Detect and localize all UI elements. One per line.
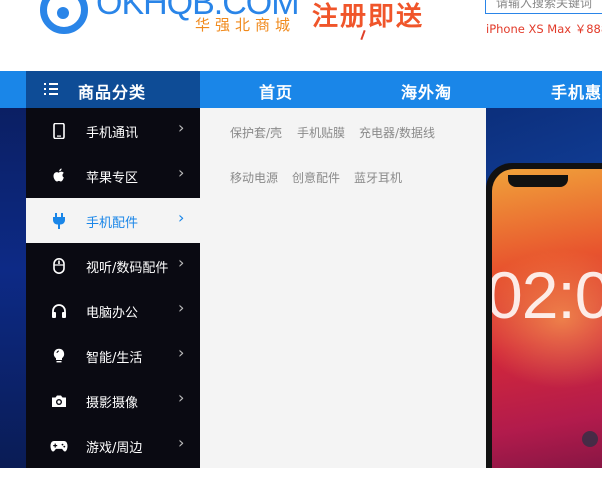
list-icon (44, 82, 58, 96)
main-nav: 商品分类 首页 海外淘 手机惠 (0, 71, 602, 108)
search-input[interactable]: 请输入搜索关键词 (485, 0, 602, 14)
mobile-phone-icon (50, 122, 68, 140)
category-item-accessories[interactable]: 手机配件 › (26, 198, 200, 243)
category-item-phones[interactable]: 手机通讯 › (26, 108, 200, 153)
category-item-smart-life[interactable]: 智能/生活 › (26, 333, 200, 378)
banner-left-edge (0, 108, 26, 468)
promo-text: 注册即送 (312, 2, 425, 32)
category-item-apple[interactable]: 苹果专区 › (26, 153, 200, 198)
plug-icon (50, 212, 68, 230)
subcategory-link-power-banks[interactable]: 移动电源 (230, 169, 278, 186)
phone-notch (508, 175, 568, 187)
register-promo-banner[interactable]: 注册即送 (312, 0, 452, 48)
category-label: 智能/生活 (86, 351, 143, 366)
category-item-gaming[interactable]: 游戏/周边 › (26, 423, 200, 468)
phone-screen: 02:01 (492, 169, 602, 468)
gamepad-icon (50, 437, 68, 455)
chevron-right-icon: › (178, 388, 185, 407)
subcategory-panel: 保护套/壳 手机贴膜 充电器/数据线 移动电源 创意配件 蓝牙耳机 (200, 108, 486, 468)
headphones-icon (50, 302, 68, 320)
category-menu-label: 商品分类 (78, 83, 147, 102)
subcategory-link-creative-accessories[interactable]: 创意配件 (292, 169, 340, 186)
hot-keyword-link[interactable]: iPhone XS Max ￥888 (486, 21, 602, 37)
hero-banner[interactable]: 02:01 (486, 108, 602, 468)
page: OKHQB.COM 华强北商城 注册即送 请输入搜索关键词 iPhone XS … (0, 0, 602, 478)
chevron-right-icon: › (178, 253, 185, 272)
nav-link-overseas[interactable]: 海外淘 (401, 79, 452, 103)
chevron-right-icon: › (178, 163, 185, 182)
category-label: 手机配件 (86, 216, 139, 231)
chevron-right-icon: › (178, 433, 185, 452)
category-item-photography[interactable]: 摄影摄像 › (26, 378, 200, 423)
camera-icon (50, 392, 68, 410)
nav-link-phone-deals[interactable]: 手机惠 (551, 79, 602, 103)
chevron-right-icon: › (178, 208, 185, 227)
logo-subtitle: 华强北商城 (195, 16, 296, 34)
subcategory-link-screen-protectors[interactable]: 手机贴膜 (297, 124, 345, 141)
lightbulb-icon (50, 347, 68, 365)
category-menu-header[interactable]: 商品分类 (26, 71, 200, 108)
subcategory-link-cases[interactable]: 保护套/壳 (230, 124, 282, 141)
category-item-computer-office[interactable]: 电脑办公 › (26, 288, 200, 333)
category-item-audio-digital[interactable]: 视听/数码配件 › (26, 243, 200, 288)
subcategory-link-bluetooth-earphones[interactable]: 蓝牙耳机 (354, 169, 402, 186)
nav-link-home[interactable]: 首页 (259, 79, 293, 103)
phone-clock: 02:01 (492, 258, 602, 332)
category-label: 电脑办公 (86, 306, 139, 321)
category-label: 视听/数码配件 (86, 261, 169, 276)
chevron-right-icon: › (178, 298, 185, 317)
category-label: 游戏/周边 (86, 441, 143, 456)
category-label: 手机通讯 (86, 126, 139, 141)
logo-mark-icon (40, 0, 88, 34)
phone-image: 02:01 (486, 163, 602, 468)
mouse-icon (50, 257, 68, 275)
chevron-right-icon: › (178, 118, 185, 137)
subcategory-link-chargers-cables[interactable]: 充电器/数据线 (359, 124, 435, 141)
category-sidebar: 手机通讯 › 苹果专区 › 手机配件 › 视听/数码配件 › 电脑办公 › 智能… (26, 108, 200, 468)
site-logo[interactable]: OKHQB.COM 华强北商城 (40, 0, 300, 36)
category-label: 摄影摄像 (86, 396, 139, 411)
apple-icon (50, 167, 68, 185)
carousel-dot[interactable] (582, 431, 598, 447)
chevron-right-icon: › (178, 343, 185, 362)
category-label: 苹果专区 (86, 171, 139, 186)
